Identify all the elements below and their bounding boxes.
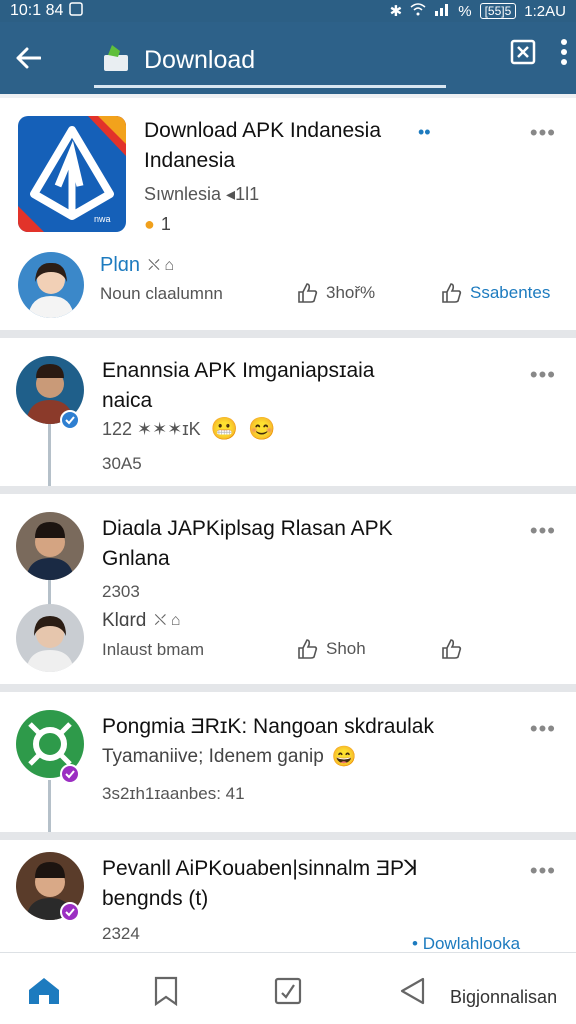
- back-button[interactable]: [0, 22, 56, 94]
- card-title[interactable]: Diaɑla JAPKiplsag Rlasan APK: [102, 514, 393, 544]
- feed-card-4[interactable]: Pongmia ƎRɪK: Nangoan skdraulak Tyamanii…: [0, 692, 576, 832]
- like-label: Shoh: [326, 639, 366, 658]
- nav-bookmarks[interactable]: [146, 971, 186, 1011]
- card-title-line2: Indanesia: [144, 149, 236, 172]
- reactions-text: 122 ✶✶✶ɪK: [102, 418, 201, 439]
- triangle-back-icon: [400, 977, 425, 1005]
- verified-badge-icon: [60, 410, 80, 430]
- share-button[interactable]: [440, 638, 462, 660]
- emoji-smile-icon: 😊: [248, 416, 276, 441]
- more-options-button[interactable]: •••: [530, 858, 556, 884]
- thumbs-up-icon: [298, 283, 318, 303]
- thumbs-up-icon: [298, 639, 318, 659]
- verified-icon: ⛌ ⌂: [148, 256, 175, 274]
- thread-line: [48, 580, 51, 606]
- author-detail: Inlaust bmam: [102, 640, 205, 659]
- svg-text:nwa: nwa: [94, 214, 111, 224]
- more-vert-icon: [561, 39, 567, 65]
- card-title[interactable]: Pevanll AiPKouaben|sinnalm ƎPꓘ: [102, 854, 418, 884]
- verified-badge-icon: [60, 902, 80, 922]
- share-icon: [442, 283, 462, 303]
- share-button[interactable]: Ssabentes: [440, 282, 550, 304]
- verified-badge-icon: [60, 764, 80, 784]
- close-box-button[interactable]: [510, 39, 536, 70]
- like-label: 3hoř%: [326, 283, 376, 302]
- more-options-button[interactable]: •••: [530, 362, 556, 388]
- home-icon: [29, 978, 59, 1004]
- nav-back[interactable]: [392, 971, 432, 1011]
- feed-card-2[interactable]: Enannsia APK Imganiapsɪaia naica 122 ✶✶✶…: [0, 338, 576, 486]
- card-subtitle: Sıwnlesia ◂1l1: [144, 184, 260, 204]
- divider: [0, 486, 576, 494]
- status-clock: 1:2AU: [524, 2, 566, 20]
- author-name[interactable]: Klɑrd: [102, 610, 146, 632]
- dots-icon: •: [412, 934, 418, 953]
- feed-card-5[interactable]: Pevanll AiPKouaben|sinnalm ƎPꓘ bengnds (…: [0, 840, 576, 954]
- apk-logo-icon: nwa: [18, 116, 126, 232]
- share-icon: [442, 639, 462, 659]
- overflow-menu-button[interactable]: [560, 38, 568, 71]
- trophy-icon: ●: [144, 214, 155, 234]
- card-title[interactable]: Pongmia ƎRɪK: Nangoan skdraulak: [102, 712, 434, 742]
- battery-percent: %: [458, 2, 472, 20]
- verified-icon: ⛌ ⌂: [154, 612, 181, 629]
- wifi-icon: [410, 2, 426, 20]
- post-time: 30A5: [102, 454, 142, 473]
- feed-card-3[interactable]: Diaɑla JAPKiplsag Rlasan APK Gnlana 2303…: [0, 494, 576, 684]
- status-time: 10:1 84: [10, 2, 64, 19]
- card-count: 1: [160, 214, 171, 234]
- more-options-button[interactable]: •••: [530, 518, 556, 544]
- share-label: Ssabentes: [470, 283, 551, 302]
- emoji-icon: 😄: [331, 746, 357, 768]
- post-time: 2324: [102, 924, 140, 943]
- nav-label[interactable]: Bigjonnalisan: [450, 987, 557, 1008]
- download-link[interactable]: • Dowlahlooka: [412, 934, 520, 954]
- bluetooth-icon: ✱: [389, 3, 403, 20]
- card-title-line2: Gnlana: [102, 547, 170, 570]
- card-title[interactable]: Download APK Indanesia: [144, 116, 381, 146]
- emoji-grin-icon: 😬: [210, 416, 239, 441]
- bottom-navigation: Bigjonnalisan: [0, 952, 576, 1024]
- author-name[interactable]: Plɑn: [100, 254, 140, 277]
- author-detail: Noun claalumnn: [100, 284, 223, 303]
- arrow-left-icon: [16, 47, 41, 69]
- download-app-icon: [102, 43, 132, 78]
- post-meta: 3s2ɪh1ɪaanbes: 41: [102, 784, 245, 803]
- app-logo: nwa: [18, 116, 126, 232]
- like-button[interactable]: Shoh: [296, 638, 366, 660]
- avatar[interactable]: [18, 252, 84, 318]
- avatar[interactable]: [16, 604, 84, 672]
- signal-icon: [434, 2, 450, 20]
- dots-icon: ••: [418, 122, 431, 142]
- nav-tasks[interactable]: [268, 971, 308, 1011]
- more-options-button[interactable]: •••: [530, 120, 556, 146]
- more-options-button[interactable]: •••: [530, 716, 556, 742]
- card-title-line2: naica: [102, 389, 153, 412]
- thread-line: [48, 780, 51, 832]
- card-subtitle: Tyamaniive; Idenem ganip: [102, 745, 324, 767]
- feed-card-1[interactable]: nwa Download APK Indanesia •• Indanesia …: [0, 98, 576, 330]
- card-title-line2: bengnds (t): [102, 887, 209, 910]
- post-time: 2303: [102, 582, 140, 601]
- divider: [0, 832, 576, 840]
- battery-icon: [55]5: [479, 3, 517, 19]
- like-button[interactable]: 3hoř%: [296, 282, 375, 304]
- bookmark-icon: [154, 976, 178, 1006]
- page-title: Download: [144, 46, 256, 74]
- app-bar: Download: [0, 22, 576, 94]
- status-bar: 10:1 84 ✱ % [55]5 1:2AU: [0, 0, 576, 22]
- title-field[interactable]: Download: [94, 36, 446, 88]
- avatar[interactable]: [16, 512, 84, 580]
- close-box-icon: [510, 39, 536, 65]
- download-link-label: Dowlahlooka: [422, 934, 521, 953]
- checkbox-icon: [274, 977, 302, 1005]
- divider: [0, 330, 576, 338]
- nav-home[interactable]: [24, 971, 64, 1011]
- notification-icon: [69, 1, 84, 21]
- divider: [0, 684, 576, 692]
- card-title[interactable]: Enannsia APK Imganiapsɪaia: [102, 356, 375, 386]
- thread-line: [48, 422, 51, 486]
